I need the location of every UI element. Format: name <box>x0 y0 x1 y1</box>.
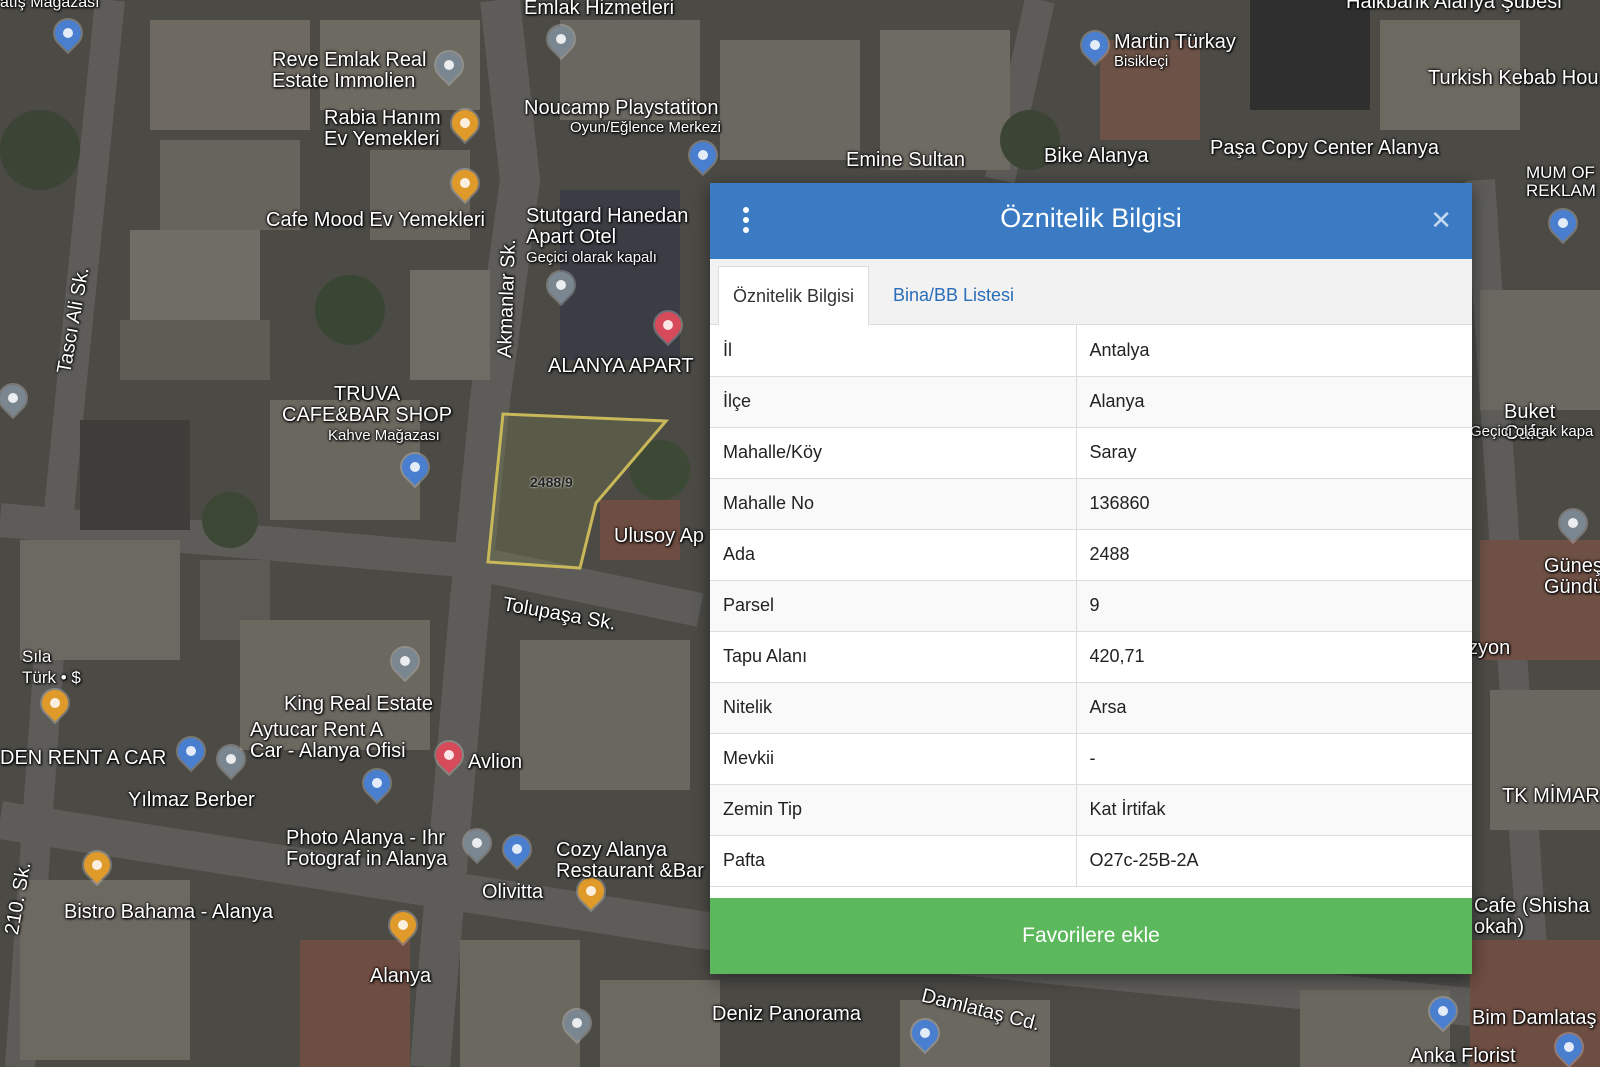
poi-label[interactable]: Bim Damlataş <box>1472 1008 1596 1029</box>
poi-label[interactable]: Turkish Kebab Hou <box>1428 68 1598 89</box>
poi-label[interactable]: Cozy Alanya Restaurant &Bar <box>556 840 704 882</box>
table-row: Parsel 9 <box>710 580 1472 632</box>
poi-label[interactable]: TRUVA CAFE&BAR SHOP <box>282 384 452 426</box>
panel-title: Öznitelik Bilgisi <box>1000 203 1182 233</box>
poi-label[interactable]: Rabia Hanım Ev Yemekleri <box>324 108 441 150</box>
attr-value: 9 <box>1076 580 1472 632</box>
poi-label[interactable]: Yılmaz Berber <box>128 790 255 811</box>
attr-key: Mevkii <box>710 733 1077 785</box>
attr-key: Tapu Alanı <box>710 631 1077 683</box>
table-row: Ada 2488 <box>710 529 1472 581</box>
table-row: Zemin Tip Kat İrtifak <box>710 784 1472 836</box>
poi-label[interactable]: Alanya <box>370 966 431 987</box>
poi-label[interactable]: Sıla Türk • $ <box>22 646 81 688</box>
poi-label[interactable]: Cafe (Shisha okah) <box>1474 896 1590 938</box>
poi-label[interactable]: Kahve Mağazası <box>328 428 440 444</box>
attr-key: Zemin Tip <box>710 784 1077 836</box>
poi-label[interactable]: Halkbank Alanya Şubesi <box>1346 0 1562 13</box>
attr-value: 136860 <box>1076 478 1472 530</box>
poi-label[interactable]: Geçici olarak kapa <box>1470 424 1593 440</box>
table-row: Mahalle No 136860 <box>710 478 1472 530</box>
poi-label[interactable]: Bisikleçi <box>1114 54 1168 70</box>
attr-value: 420,71 <box>1076 631 1472 683</box>
table-row: Pafta O27c-25B-2A <box>710 835 1472 887</box>
close-icon[interactable]: ✕ <box>1430 205 1452 236</box>
table-row: Mahalle/Köy Saray <box>710 427 1472 479</box>
table-row: İlçe Alanya <box>710 376 1472 428</box>
poi-label[interactable]: Martin Türkay <box>1114 32 1236 53</box>
panel-tabs: Öznitelik Bilgisi Bina/BB Listesi <box>710 259 1472 326</box>
poi-label[interactable]: Cafe Mood Ev Yemekleri <box>266 210 485 231</box>
attr-value: Saray <box>1076 427 1472 479</box>
attribute-info-panel: Öznitelik Bilgisi ✕ Öznitelik Bilgisi Bi… <box>710 183 1472 974</box>
poi-label[interactable]: Ulusoy Ap <box>614 526 704 547</box>
attr-value: Kat İrtifak <box>1076 784 1472 836</box>
attr-key: İl <box>710 325 1077 377</box>
parcel-label[interactable]: 2488/9 <box>530 474 573 490</box>
attr-value: O27c-25B-2A <box>1076 835 1472 887</box>
poi-label[interactable]: Emlak Hizmetleri <box>524 0 674 19</box>
poi-label[interactable]: TK MİMAR <box>1502 786 1600 807</box>
poi-label[interactable]: Aytucar Rent A Car - Alanya Ofisi <box>250 720 406 762</box>
table-row: Tapu Alanı 420,71 <box>710 631 1472 683</box>
attr-key: Nitelik <box>710 682 1077 734</box>
attr-value: 2488 <box>1076 529 1472 581</box>
poi-label[interactable]: Reve Emlak Real Estate Immolien <box>272 50 427 92</box>
table-row: İl Antalya <box>710 325 1472 377</box>
attr-key: İlçe <box>710 376 1077 428</box>
poi-label[interactable]: Geçici olarak kapalı <box>526 250 657 266</box>
attr-value: Antalya <box>1076 325 1472 377</box>
poi-label[interactable]: Stutgard Hanedan Apart Otel <box>526 206 688 248</box>
tab-building-list[interactable]: Bina/BB Listesi <box>879 266 1028 324</box>
poi-label[interactable]: King Real Estate <box>284 694 433 715</box>
poi-label[interactable]: Anka Florist <box>1410 1046 1516 1067</box>
attribute-table: İl Antalya İlçe Alanya Mahalle/Köy Saray Ma… <box>710 325 1472 887</box>
add-to-favorites-button[interactable]: Favorilere ekle <box>710 898 1472 974</box>
poi-label[interactable]: Deniz Panorama <box>712 1004 861 1025</box>
attr-key: Parsel <box>710 580 1077 632</box>
attr-key: Ada <box>710 529 1077 581</box>
poi-label[interactable]: Güneş Gündü <box>1544 556 1600 598</box>
poi-label[interactable]: Bistro Bahama - Alanya <box>64 902 273 923</box>
table-row: Mevkii - <box>710 733 1472 785</box>
attr-value: - <box>1076 733 1472 785</box>
poi-label[interactable]: atış Mağazası <box>0 0 100 13</box>
poi-label[interactable]: Photo Alanya - Ihr Fotograf in Alanya <box>286 828 447 870</box>
poi-label[interactable]: Avlion <box>468 752 522 773</box>
tab-attribute-info[interactable]: Öznitelik Bilgisi <box>718 266 870 326</box>
attr-key: Mahalle/Köy <box>710 427 1077 479</box>
poi-label[interactable]: DEN RENT A CAR <box>0 748 166 769</box>
attr-key: Pafta <box>710 835 1077 887</box>
attr-key: Mahalle No <box>710 478 1077 530</box>
table-row: Nitelik Arsa <box>710 682 1472 734</box>
attr-value: Arsa <box>1076 682 1472 734</box>
street-label: Akmanlar Sk. <box>493 238 521 359</box>
poi-label[interactable]: Paşa Copy Center Alanya <box>1210 138 1439 159</box>
attr-value: Alanya <box>1076 376 1472 428</box>
poi-label[interactable]: Noucamp Playstatiton <box>524 98 719 119</box>
poi-label[interactable]: Oyun/Eğlence Merkezi <box>570 120 721 136</box>
panel-header: Öznitelik Bilgisi ✕ <box>710 183 1472 259</box>
poi-label[interactable]: Olivitta <box>482 882 543 903</box>
poi-label[interactable]: ALANYA APART <box>548 356 694 377</box>
poi-label[interactable]: zyon <box>1468 638 1510 659</box>
poi-label[interactable]: MUM OF REKLAM <box>1526 164 1596 200</box>
poi-label[interactable]: Emine Sultan <box>846 150 965 171</box>
poi-label[interactable]: Bike Alanya <box>1044 146 1149 167</box>
